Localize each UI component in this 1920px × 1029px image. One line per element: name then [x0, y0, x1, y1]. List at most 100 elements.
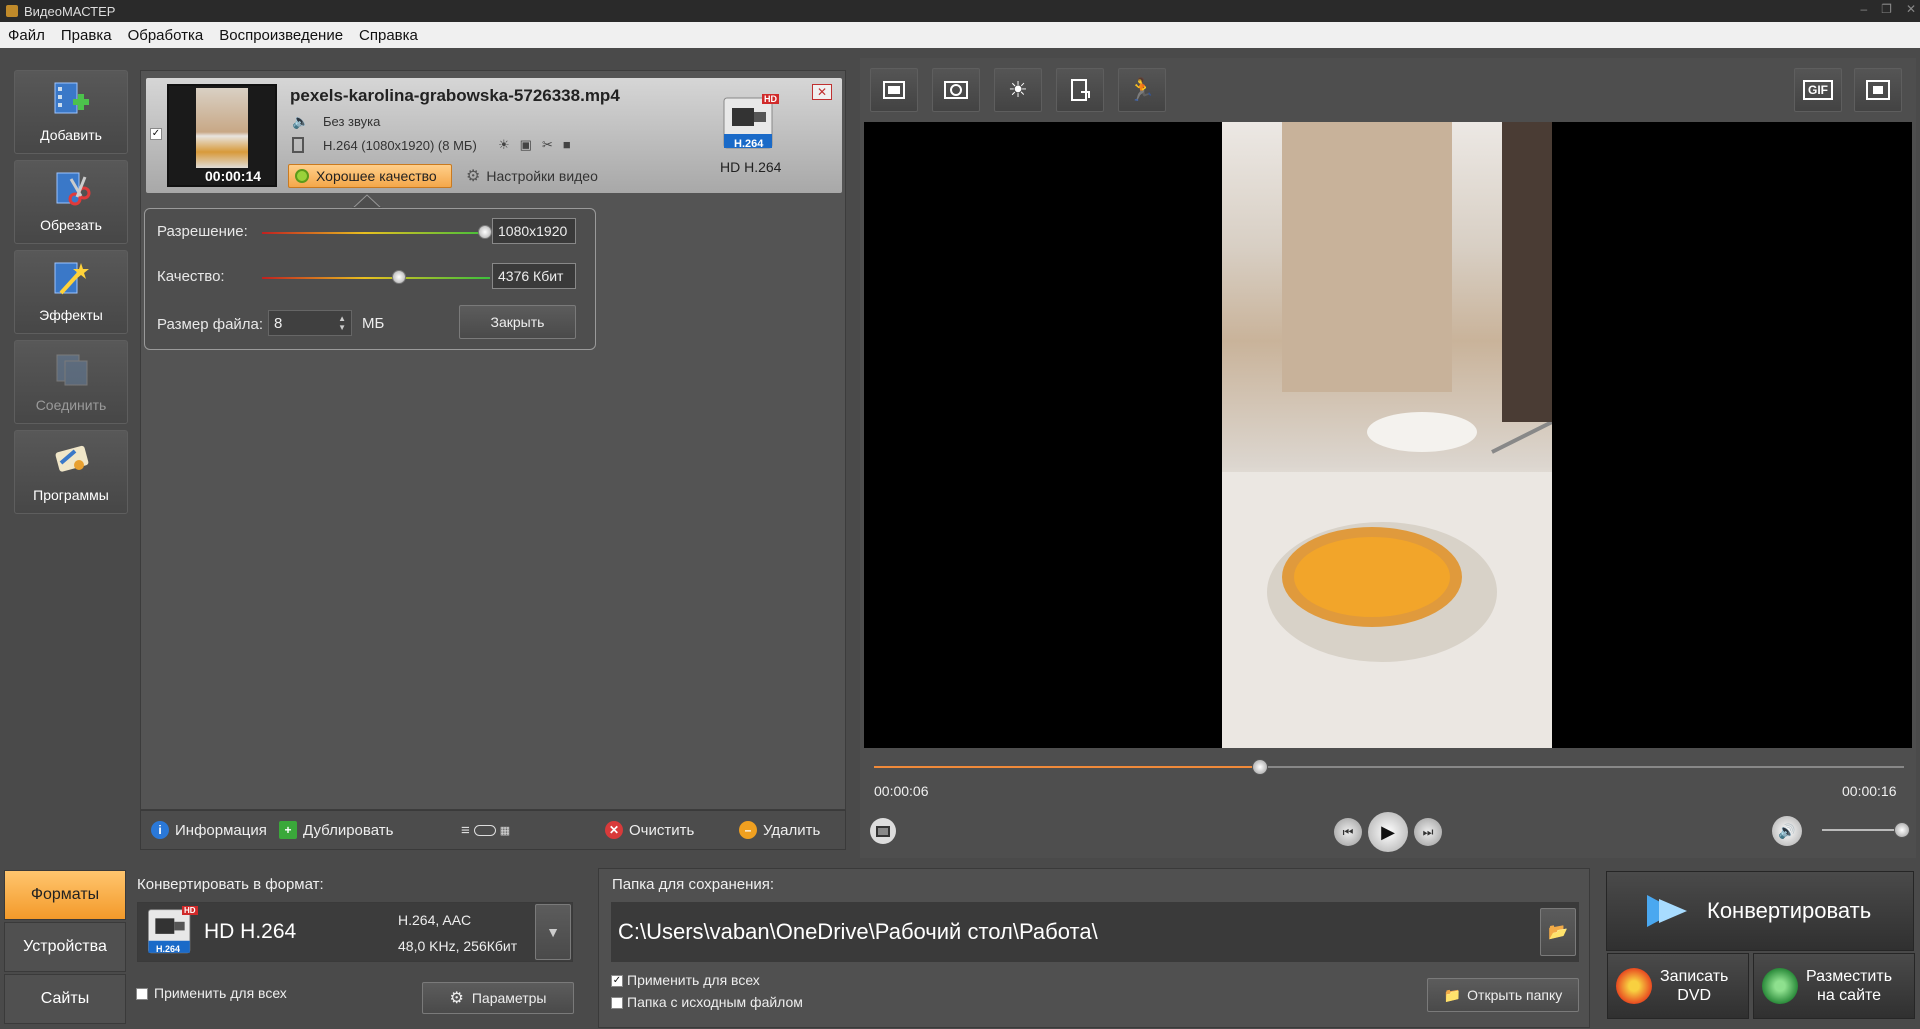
apply-all-checkbox[interactable]	[136, 988, 148, 1000]
title-bar: ВидеоМАСТЕР – ❐ ✕	[0, 0, 1920, 22]
next-button[interactable]: ⏭	[1414, 818, 1442, 846]
menu-edit[interactable]: Правка	[53, 27, 120, 44]
menu-file[interactable]: Файл	[0, 27, 53, 44]
format-name: HD H.264	[204, 920, 297, 943]
file-name: pexels-karolina-grabowska-5726338.mp4	[290, 86, 620, 105]
file-size-label: Размер файла:	[157, 316, 264, 333]
gif-button[interactable]: GIF	[1794, 68, 1842, 112]
dvd-disc-icon	[1616, 968, 1652, 1004]
open-folder-button[interactable]: 📁 Открыть папку	[1427, 978, 1579, 1012]
browse-folder-button[interactable]: 📂	[1540, 908, 1576, 956]
apply-all-save-label: Применить для всех	[627, 972, 760, 988]
play-icon: ▶	[1381, 821, 1395, 842]
fullscreen-button[interactable]	[1854, 68, 1902, 112]
left-toolbar: Добавить Обрезать Эффекты Соединить Прог…	[14, 70, 130, 520]
convert-to-label: Конвертировать в формат:	[137, 876, 324, 893]
snapshot-button[interactable]	[870, 818, 896, 844]
quality-button[interactable]: Хорошее качество	[288, 164, 452, 188]
folder-icon: 📂	[1548, 924, 1568, 941]
menu-playback[interactable]: Воспроизведение	[211, 27, 351, 44]
timeline-track[interactable]	[874, 766, 1904, 768]
parameters-button[interactable]: ⚙ Параметры	[422, 982, 574, 1014]
programs-button[interactable]: Программы	[14, 430, 128, 514]
view-toggle[interactable]: ≡ ▦	[461, 822, 510, 839]
previous-button[interactable]: ⏮	[1334, 818, 1362, 846]
convert-button[interactable]: Конвертировать	[1606, 871, 1914, 951]
source-folder-checkbox[interactable]	[611, 997, 623, 1009]
brightness-tool-button[interactable]: ☀	[994, 68, 1042, 112]
folder-open-icon: 📁	[1443, 986, 1462, 1003]
gear-icon: ⚙	[449, 990, 464, 1007]
menu-processing[interactable]: Обработка	[120, 27, 212, 44]
info-button[interactable]: i Информация	[151, 821, 267, 839]
crop-icon[interactable]: ▣	[520, 137, 532, 153]
resolution-value[interactable]: 1080x1920	[492, 218, 576, 244]
window-title: ВидеоМАСТЕР	[24, 3, 116, 19]
list-view-icon[interactable]: ≡	[461, 822, 470, 839]
close-popup-button[interactable]: Закрыть	[459, 305, 576, 339]
thumbnail-image	[196, 88, 248, 168]
delete-button[interactable]: – Удалить	[739, 821, 820, 839]
duplicate-button[interactable]: + Дублировать	[279, 821, 393, 839]
resolution-label: Разрешение:	[157, 223, 248, 240]
video-settings-link[interactable]: ⚙ Настройки видео	[466, 166, 598, 186]
publish-button[interactable]: Разместить на сайте	[1753, 953, 1915, 1019]
remove-file-button[interactable]: ✕	[812, 84, 832, 100]
stabilize-icon	[944, 81, 968, 99]
hd-badge: HD	[762, 94, 779, 104]
tab-sites[interactable]: Сайты	[4, 974, 126, 1024]
player-tools: ☀ 🏃	[870, 68, 1166, 112]
quality-slider-knob[interactable]	[391, 270, 406, 284]
toggle-switch-icon[interactable]	[473, 824, 496, 836]
volume-slider[interactable]	[1822, 829, 1902, 831]
file-size-spinner[interactable]: 8 ▲ ▼	[268, 310, 352, 336]
speed-tool-button[interactable]: 🏃	[1118, 68, 1166, 112]
crop-tool-button[interactable]	[870, 68, 918, 112]
film-icon	[292, 137, 304, 153]
fullscreen-icon	[1866, 80, 1890, 100]
add-film-icon	[54, 82, 89, 114]
mute-button[interactable]: 🔊	[1772, 816, 1802, 846]
close-window-button[interactable]: ✕	[1906, 2, 1916, 16]
tab-devices[interactable]: Устройства	[4, 922, 126, 972]
join-button[interactable]: Соединить	[14, 340, 128, 424]
minimize-button[interactable]: –	[1860, 2, 1867, 16]
camera-icon[interactable]: ■	[563, 137, 571, 153]
brightness-icon[interactable]: ☀	[498, 137, 510, 153]
picture-icon	[876, 825, 890, 837]
resolution-slider[interactable]	[262, 232, 490, 234]
maximize-button[interactable]: ❐	[1881, 2, 1892, 16]
scissors-icon[interactable]: ✂	[542, 137, 553, 153]
info-label: Информация	[175, 821, 267, 839]
info-icon: i	[151, 821, 169, 839]
timeline-progress	[874, 766, 1261, 768]
effects-button[interactable]: Эффекты	[14, 250, 128, 334]
save-path-field[interactable]: C:\Users\vaban\OneDrive\Рабочий стол\Раб…	[611, 902, 1579, 962]
menu-help[interactable]: Справка	[351, 27, 426, 44]
volume-knob[interactable]	[1894, 822, 1910, 838]
play-button[interactable]: ▶	[1368, 812, 1408, 852]
cut-button[interactable]: Обрезать	[14, 160, 128, 244]
format-dropdown-button[interactable]: ▼	[535, 904, 571, 960]
speaker-icon: 🔈	[292, 113, 310, 129]
add-button[interactable]: Добавить	[14, 70, 128, 154]
video-frame	[1222, 122, 1553, 748]
tab-formats[interactable]: Форматы	[4, 870, 126, 920]
spinner-arrows-icon[interactable]: ▲ ▼	[338, 314, 346, 332]
apply-all-save-checkbox[interactable]: ✓	[611, 975, 623, 987]
stabilize-tool-button[interactable]	[932, 68, 980, 112]
quality-slider[interactable]	[262, 277, 490, 279]
convert-label: Конвертировать	[1707, 898, 1872, 923]
quality-value[interactable]: 4376 Кбит	[492, 263, 576, 289]
crop-frame-icon	[883, 81, 905, 99]
clear-button[interactable]: ✕ Очистить	[605, 821, 694, 839]
burn-dvd-button[interactable]: Записать DVD	[1607, 953, 1749, 1019]
rotate-tool-button[interactable]	[1056, 68, 1104, 112]
volume-icon: 🔊	[1778, 822, 1796, 839]
audio-info: Без звука	[323, 114, 381, 129]
current-time: 00:00:06	[874, 783, 929, 799]
file-checkbox[interactable]: ✓	[150, 128, 162, 140]
codec-info: H.264 (1080x1920) (8 МБ)	[323, 138, 477, 153]
cut-film-icon	[56, 172, 91, 206]
grid-view-icon[interactable]: ▦	[500, 824, 510, 837]
